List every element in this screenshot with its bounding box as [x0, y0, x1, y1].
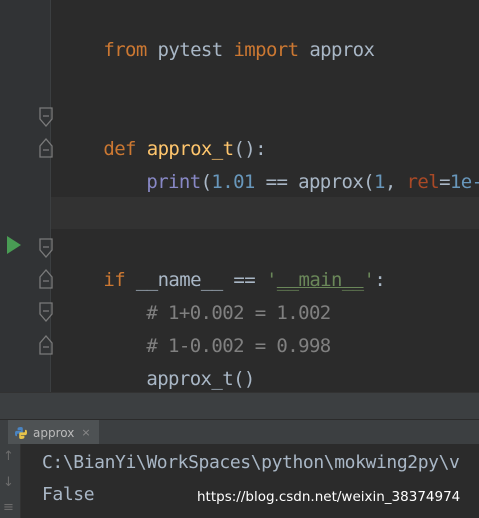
module-name: pytest: [146, 39, 234, 61]
run-tab-label: approx: [33, 425, 75, 440]
function-call: approx_t(): [146, 368, 255, 390]
run-console[interactable]: ↑ ↓ ≡ C:\BianYi\WorkSpaces\python\mokwin…: [0, 444, 479, 518]
console-output-line: False: [42, 484, 95, 505]
run-tab[interactable]: approx ×: [8, 420, 99, 445]
code-editor[interactable]: from pytest import approx def approx_t()…: [0, 0, 479, 392]
colon: :: [374, 269, 386, 291]
python-file-icon: [15, 426, 27, 439]
editor-gutter: [0, 0, 50, 392]
fold-end-icon[interactable]: [39, 269, 53, 289]
number-literal: 1.01: [211, 171, 255, 193]
fold-marker-icon[interactable]: [39, 107, 53, 127]
fold-marker-icon[interactable]: [39, 302, 53, 322]
code-line-print[interactable]: print(1.01 == approx(1, rel=1e-2)): [60, 133, 479, 193]
paren-open: (: [200, 171, 212, 193]
current-line-highlight: [51, 197, 479, 229]
gutter-separator: [50, 0, 51, 392]
number-literal: 1: [374, 171, 385, 193]
equals: =: [439, 171, 450, 193]
code-line-call[interactable]: approx_t(): [60, 330, 255, 390]
run-tool-window-tabbar: approx ×: [0, 419, 479, 445]
keyword-import: import: [233, 39, 299, 61]
console-toolbar: ↑ ↓ ≡: [0, 444, 21, 518]
soft-wrap-icon[interactable]: ≡: [3, 500, 14, 515]
code-line-comment[interactable]: # 1-0.002 = 0.998: [60, 297, 331, 357]
string-quote: ': [363, 269, 375, 291]
close-icon[interactable]: ×: [81, 426, 90, 439]
fold-end-icon[interactable]: [39, 335, 53, 355]
fold-marker-icon[interactable]: [39, 238, 53, 258]
imported-name: approx: [298, 39, 375, 61]
fold-end-icon[interactable]: [39, 138, 53, 158]
compare-call: == approx(: [254, 171, 375, 193]
arrow-down-icon[interactable]: ↓: [3, 475, 14, 490]
code-line-def[interactable]: def approx_t():: [60, 100, 266, 160]
watermark-text: https://blog.csdn.net/weixin_38374974: [197, 489, 461, 505]
tool-window-divider[interactable]: [0, 392, 479, 420]
arrow-up-icon[interactable]: ↑: [3, 449, 14, 464]
number-literal: 1e-2: [449, 171, 479, 193]
code-line-if-main[interactable]: if __name__ == '__main__':: [60, 231, 385, 291]
keyword-argument: rel: [406, 171, 440, 193]
run-arrow-icon[interactable]: [6, 236, 22, 254]
keyword-from: from: [103, 39, 147, 61]
comma: ,: [384, 171, 407, 193]
code-line-import[interactable]: from pytest import approx: [60, 1, 375, 61]
code-line-comment[interactable]: # 1+0.002 = 1.002: [60, 264, 331, 324]
builtin-print: print: [146, 171, 201, 193]
console-command-line: C:\BianYi\WorkSpaces\python\mokwing2py\v: [42, 452, 460, 473]
